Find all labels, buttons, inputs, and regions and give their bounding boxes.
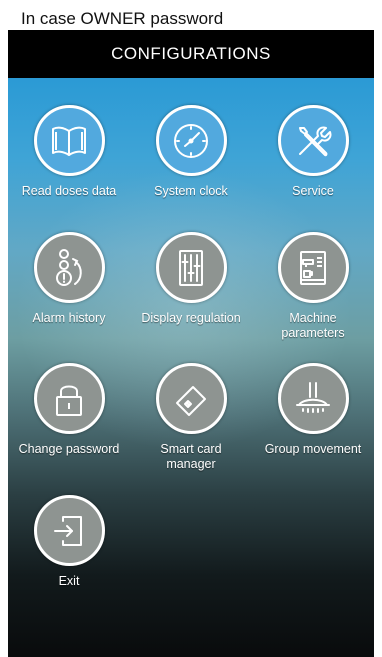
group-head-icon <box>277 363 349 434</box>
configurations-grid: Read doses data System clock Service Ala… <box>8 78 374 657</box>
coffee-machine-icon <box>277 232 349 303</box>
device-screen: CONFIGURATIONS Read doses data System cl… <box>8 30 374 657</box>
service-button[interactable]: Service <box>252 105 374 199</box>
tools-icon <box>277 105 349 176</box>
machine-parameters-button[interactable]: Machine parameters <box>252 232 374 341</box>
group-movement-button[interactable]: Group movement <box>252 363 374 457</box>
caption: In case OWNER password <box>21 9 224 28</box>
tile-label: System clock <box>154 184 228 198</box>
read-doses-data-button[interactable]: Read doses data <box>8 105 130 199</box>
tile-label: Group movement <box>264 442 362 456</box>
tile-label: Machine parameters <box>281 311 345 340</box>
screen-title: CONFIGURATIONS <box>8 30 374 78</box>
exit-icon <box>33 495 105 566</box>
clock-icon <box>155 105 227 176</box>
alarm-history-icon <box>33 232 105 303</box>
exit-button[interactable]: Exit <box>8 495 130 589</box>
tile-label: Change password <box>18 442 120 456</box>
display-regulation-button[interactable]: Display regulation <box>130 232 252 326</box>
smart-card-manager-button[interactable]: Smart card manager <box>130 363 252 472</box>
tile-label: Alarm history <box>32 311 106 325</box>
book-icon <box>33 105 105 176</box>
alarm-history-button[interactable]: Alarm history <box>8 232 130 326</box>
change-password-button[interactable]: Change password <box>8 363 130 457</box>
tile-label: Read doses data <box>21 184 117 198</box>
sliders-icon <box>155 232 227 303</box>
smart-card-icon <box>155 363 227 434</box>
tile-label: Service <box>292 184 334 198</box>
tile-label: Exit <box>58 574 80 588</box>
padlock-icon <box>33 363 105 434</box>
tile-label: Smart card manager <box>160 442 222 471</box>
system-clock-button[interactable]: System clock <box>130 105 252 199</box>
tile-label: Display regulation <box>141 311 241 325</box>
